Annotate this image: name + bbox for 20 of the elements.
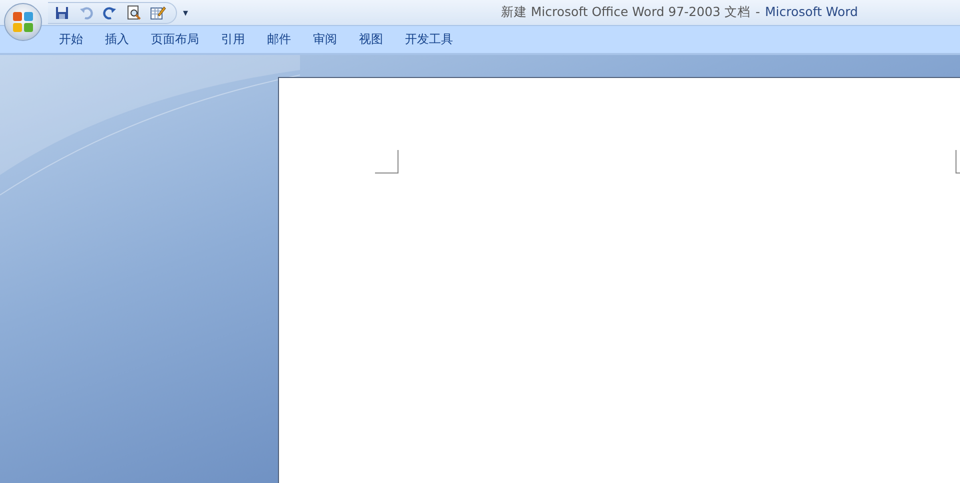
ribbon-tab[interactable]: 视图	[348, 26, 394, 53]
save-icon	[55, 6, 69, 20]
customize-toolbar-button[interactable]: ▾	[177, 6, 194, 18]
title-separator: -	[755, 4, 760, 21]
ribbon-tab[interactable]: 引用	[210, 26, 256, 53]
ribbon-tab[interactable]: 插入	[94, 26, 140, 53]
app-name: Microsoft Word	[765, 4, 858, 21]
magnifier-page-icon	[127, 5, 141, 20]
office-button[interactable]	[4, 3, 42, 41]
ribbon-tab[interactable]: 邮件	[256, 26, 302, 53]
ribbon-tab[interactable]: 开发工具	[394, 26, 464, 53]
document-title: 新建 Microsoft Office Word 97-2003 文档	[500, 4, 750, 21]
undo-icon	[79, 6, 93, 20]
margin-corner-mark	[375, 150, 399, 174]
redo-icon	[103, 6, 117, 20]
ribbon-tab[interactable]: 页面布局	[140, 26, 210, 53]
pencil-grid-icon	[150, 5, 166, 20]
ribbon-tab[interactable]: 审阅	[302, 26, 348, 53]
office-logo-icon	[11, 10, 35, 34]
ribbon-tab[interactable]: 开始	[48, 26, 94, 53]
